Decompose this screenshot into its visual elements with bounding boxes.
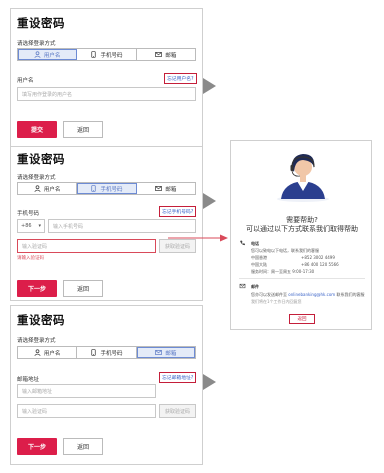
login-method-tabs: 用户名 手机号码 邮箱 <box>17 48 196 61</box>
submit-button[interactable]: 提交 <box>17 121 57 138</box>
email-code-input[interactable]: 输入验证码 <box>17 404 156 418</box>
forgot-phone-link[interactable]: 忘记手机号码? <box>159 206 197 217</box>
reset-panel-username: 重设密码 请选择登录方式 用户名 手机号码 邮箱 用户名 忘记用户名? 填写用作… <box>10 8 203 150</box>
get-sms-code-button[interactable]: 获取验证码 <box>159 239 196 253</box>
method-label: 请选择登录方式 <box>17 41 56 47</box>
tab-label: 邮箱 <box>165 350 177 357</box>
tab-label: 手机号码 <box>100 52 123 59</box>
phone-region-cn: 中国大陆 <box>251 262 267 267</box>
phone-description: 您可以致电以下电话，联系我们的客服 <box>251 248 319 253</box>
tab-email[interactable]: 邮箱 <box>136 347 195 358</box>
email-input[interactable]: 输入邮箱地址 <box>17 384 156 398</box>
error-message: 请输入验证码 <box>17 256 44 261</box>
tab-phone[interactable]: 手机号码 <box>77 347 137 358</box>
phone-input[interactable]: 输入手机号码 <box>48 219 196 233</box>
user-icon <box>34 51 41 58</box>
sms-code-input[interactable]: 输入验证码 <box>17 239 156 253</box>
tab-username[interactable]: 用户名 <box>18 347 78 358</box>
reset-panel-email: 重设密码 请选择登录方式 用户名 手机号码 邮箱 邮箱地址 忘记邮箱地址? 输入… <box>10 305 203 465</box>
get-email-code-button[interactable]: 获取验证码 <box>159 404 196 418</box>
method-label: 请选择登录方式 <box>17 338 56 344</box>
back-button[interactable]: 返回 <box>63 121 103 138</box>
tab-username[interactable]: 用户名 <box>18 49 78 60</box>
tab-phone[interactable]: 手机号码 <box>77 183 137 194</box>
arrow-right-icon <box>203 374 216 390</box>
tab-label: 手机号码 <box>100 186 123 193</box>
tab-email[interactable]: 邮箱 <box>137 49 195 60</box>
forgot-username-link[interactable]: 忘记用户名? <box>164 73 197 84</box>
tab-label: 用户名 <box>43 52 61 59</box>
mail-icon <box>239 283 246 289</box>
tab-label: 邮箱 <box>165 186 177 193</box>
email-section-label: 邮件 <box>251 284 259 289</box>
phone-section-label: 电话 <box>251 241 259 246</box>
email-desc-text: 您亦可以发送邮件至 <box>251 292 287 297</box>
phone-number-cn: +86 400 120 5566 <box>301 262 339 267</box>
user-icon <box>34 349 41 356</box>
help-subtitle: 可以通过以下方式联系我们取得帮助 <box>246 225 358 233</box>
mail-icon <box>155 186 163 191</box>
page-title: 重设密码 <box>17 16 65 30</box>
email-desc-tail: 联系我们的客服 <box>336 292 365 297</box>
field-label: 邮箱地址 <box>17 377 40 383</box>
user-icon <box>34 185 41 192</box>
tab-label: 用户名 <box>43 186 61 193</box>
service-hours: 服务时间：周一至周五 9:00-17:30 <box>251 269 315 274</box>
help-back-button[interactable]: 返回 <box>289 314 315 324</box>
tab-username[interactable]: 用户名 <box>18 183 78 194</box>
back-button[interactable]: 返回 <box>63 280 103 297</box>
phone-icon <box>91 349 97 356</box>
forgot-email-link[interactable]: 忘记邮箱地址? <box>159 372 197 383</box>
support-email-link[interactable]: onlinebanking@hk.com <box>288 292 335 297</box>
arrow-right-icon <box>220 234 228 242</box>
chevron-down-icon: ▾ <box>38 223 41 229</box>
login-method-tabs: 用户名 手机号码 邮箱 <box>17 346 196 359</box>
next-button[interactable]: 下一步 <box>17 438 57 455</box>
back-button[interactable]: 返回 <box>63 438 103 455</box>
arrow-right-icon <box>203 78 216 94</box>
tab-label: 用户名 <box>43 350 61 357</box>
phone-region-hk: 中国香港 <box>251 255 267 260</box>
username-input[interactable]: 填写用作登录的用户名 <box>17 87 196 101</box>
phone-icon <box>91 51 97 58</box>
tab-phone[interactable]: 手机号码 <box>77 49 137 60</box>
field-label: 用户名 <box>17 78 34 84</box>
login-method-tabs: 用户名 手机号码 邮箱 <box>17 182 196 195</box>
reply-note: 我们将在1个工作日内回复您 <box>251 299 302 304</box>
tab-label: 手机号码 <box>100 350 123 357</box>
country-code-select[interactable]: +86 ▾ <box>17 219 45 233</box>
tab-email[interactable]: 邮箱 <box>137 183 195 194</box>
divider <box>239 278 365 279</box>
mail-icon <box>155 350 163 355</box>
help-panel: 需要帮助? 可以通过以下方式联系我们取得帮助 电话 您可以致电以下电话，联系我们… <box>230 140 372 330</box>
reset-panel-phone: 重设密码 请选择登录方式 用户名 手机号码 邮箱 手机号码 忘记手机号码? +8… <box>10 146 203 301</box>
email-description: 您亦可以发送邮件至 onlinebanking@hk.com 联系我们的客服 <box>251 292 364 298</box>
field-label: 手机号码 <box>17 211 40 217</box>
next-button[interactable]: 下一步 <box>17 280 57 297</box>
arrow-right-icon <box>203 193 216 209</box>
phone-icon <box>240 240 245 246</box>
phone-icon <box>91 185 97 192</box>
mail-icon <box>155 52 163 57</box>
method-label: 请选择登录方式 <box>17 175 56 181</box>
tab-label: 邮箱 <box>165 52 177 59</box>
page-title: 重设密码 <box>17 152 65 166</box>
support-agent-illustration <box>277 154 329 202</box>
phone-number-hk: +852 3002 4499 <box>301 255 335 260</box>
country-code-value: +86 <box>21 223 32 229</box>
page-title: 重设密码 <box>17 313 65 327</box>
